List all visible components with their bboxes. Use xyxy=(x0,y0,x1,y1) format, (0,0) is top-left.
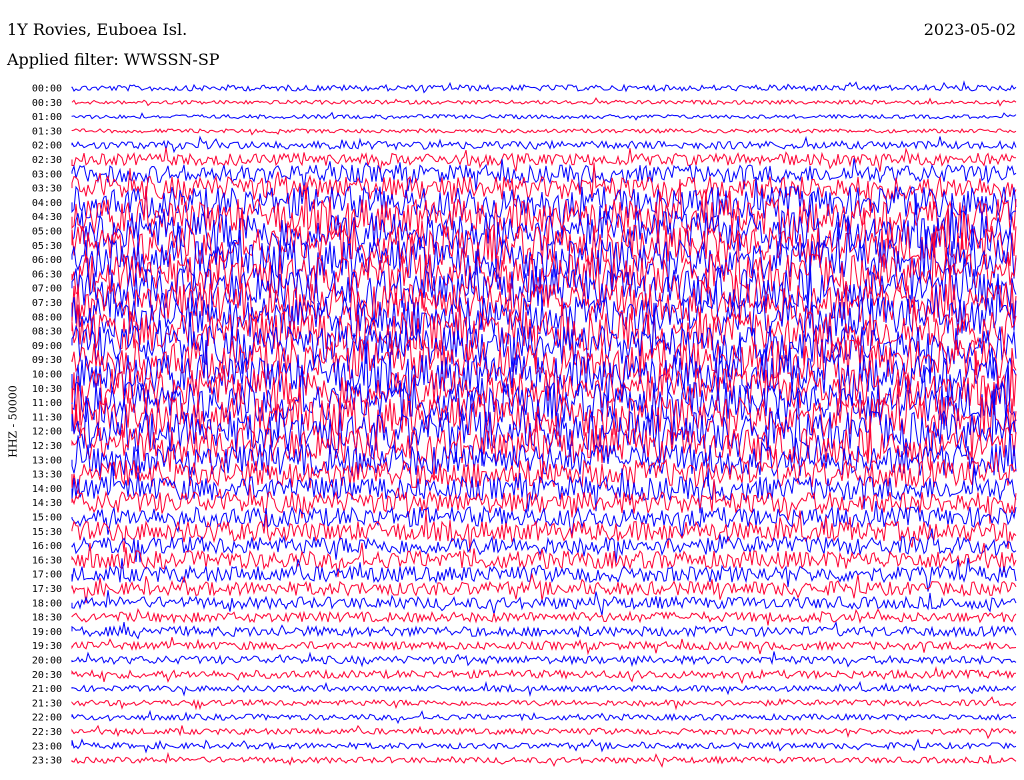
time-tick-label: 10:00 xyxy=(32,370,62,381)
time-tick-label: 05:30 xyxy=(32,241,62,252)
time-tick-label: 19:00 xyxy=(32,627,62,638)
time-tick-label: 01:30 xyxy=(32,126,62,137)
time-tick-label: 15:00 xyxy=(32,513,62,524)
trace-row-0030 xyxy=(71,97,1017,107)
time-tick-label: 16:00 xyxy=(32,541,62,552)
trace-row-0130 xyxy=(71,128,1017,136)
time-tick-label: 21:30 xyxy=(32,698,62,709)
time-tick-label: 01:00 xyxy=(32,112,62,123)
trace-row-1900 xyxy=(71,620,1017,640)
time-tick-label: 12:00 xyxy=(32,427,62,438)
trace-row-1100 xyxy=(71,362,1017,441)
time-tick-label: 08:30 xyxy=(32,327,62,338)
time-tick-label: 03:30 xyxy=(32,184,62,195)
time-tick-label: 00:00 xyxy=(32,84,62,95)
time-tick-label: 09:00 xyxy=(32,341,62,352)
trace-row-2000 xyxy=(71,651,1017,668)
time-tick-label: 02:00 xyxy=(32,141,62,152)
trace-row-0000 xyxy=(71,80,1017,94)
trace-row-2300 xyxy=(71,738,1017,754)
time-tick-label: 12:30 xyxy=(32,441,62,452)
trace-group xyxy=(71,80,1017,768)
time-tick-label: 20:30 xyxy=(32,670,62,681)
trace-row-1830 xyxy=(71,608,1017,626)
time-tick-label: 09:30 xyxy=(32,355,62,366)
time-tick-label: 06:00 xyxy=(32,255,62,266)
time-tick-label: 18:30 xyxy=(32,613,62,624)
time-tick-label: 20:00 xyxy=(32,656,62,667)
time-tick-label: 18:00 xyxy=(32,598,62,609)
time-tick-label: 23:00 xyxy=(32,741,62,752)
time-tick-label: 22:00 xyxy=(32,713,62,724)
time-tick-label: 05:00 xyxy=(32,227,62,238)
time-tick-label: 17:30 xyxy=(32,584,62,595)
time-tick-label: 15:30 xyxy=(32,527,62,538)
trace-row-2030 xyxy=(71,665,1017,685)
time-tick-label: 07:00 xyxy=(32,284,62,295)
time-tick-label: 04:00 xyxy=(32,198,62,209)
time-tick-label: 22:30 xyxy=(32,727,62,738)
time-tick-label: 14:00 xyxy=(32,484,62,495)
time-tick-label: 02:30 xyxy=(32,155,62,166)
trace-row-2100 xyxy=(71,680,1017,697)
trace-row-2330 xyxy=(71,751,1017,768)
time-tick-label: 16:30 xyxy=(32,555,62,566)
time-tick-label: 14:30 xyxy=(32,498,62,509)
trace-row-0430 xyxy=(71,179,1017,256)
time-tick-label: 03:00 xyxy=(32,169,62,180)
time-tick-label: 04:30 xyxy=(32,212,62,223)
time-tick-label: 00:30 xyxy=(32,98,62,109)
time-tick-label: 23:30 xyxy=(32,756,62,767)
helicorder-plot: 00:00 00:30 01:00 01:30 02:00 02:30 03:00 03:30… xyxy=(32,80,1017,768)
time-tick-label: 07:30 xyxy=(32,298,62,309)
trace-row-2230 xyxy=(71,724,1017,740)
trace-row-0230 xyxy=(71,147,1017,173)
trace-row-1700 xyxy=(71,557,1017,592)
trace-row-2130 xyxy=(71,696,1017,711)
time-tick-labels: 00:00 00:30 01:00 01:30 02:00 02:30 03:00 03:30… xyxy=(32,84,62,767)
trace-row-1930 xyxy=(71,636,1017,656)
time-tick-label: 06:30 xyxy=(32,269,62,280)
time-tick-label: 08:00 xyxy=(32,312,62,323)
time-tick-label: 11:30 xyxy=(32,412,62,423)
time-tick-label: 19:30 xyxy=(32,641,62,652)
trace-row-0200 xyxy=(71,135,1017,154)
time-tick-label: 10:30 xyxy=(32,384,62,395)
time-tick-label: 13:00 xyxy=(32,455,62,466)
time-tick-label: 13:30 xyxy=(32,470,62,481)
time-tick-label: 11:00 xyxy=(32,398,62,409)
trace-row-0100 xyxy=(71,111,1017,121)
time-tick-label: 17:00 xyxy=(32,570,62,581)
time-tick-label: 21:00 xyxy=(32,684,62,695)
trace-row-2200 xyxy=(71,709,1017,725)
